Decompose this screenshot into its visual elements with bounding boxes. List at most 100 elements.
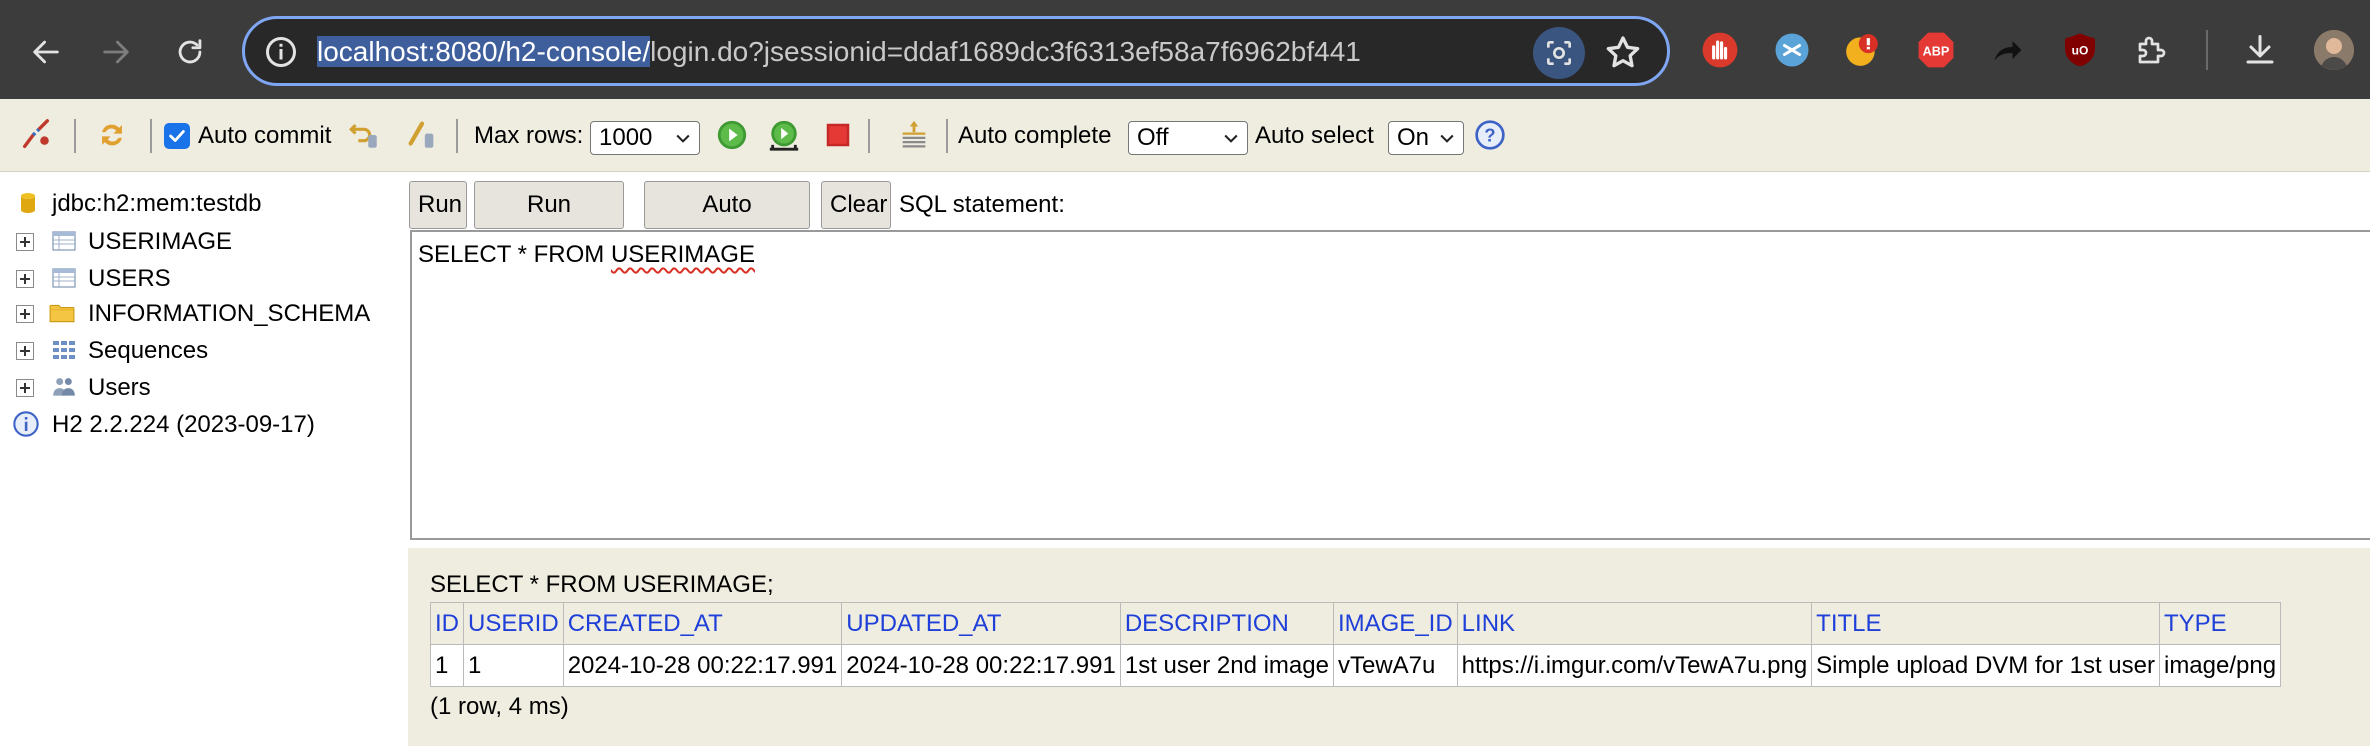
hand-stop-extension-icon[interactable] (1700, 30, 1740, 70)
query-panel: Run Run Selected Auto complete Clear SQL… (408, 172, 2370, 548)
expand-icon[interactable] (16, 233, 34, 251)
run-selected-button[interactable]: Run Selected (474, 181, 624, 264)
history-icon[interactable] (896, 117, 932, 153)
max-rows-value: 1000 (599, 124, 653, 151)
results-panel: SELECT * FROM USERIMAGE; ID USERID CREAT… (408, 548, 2370, 746)
table-cell: 2024-10-28 00:22:17.991 (562, 644, 843, 687)
reload-button[interactable] (162, 24, 218, 80)
auto-commit-checkbox[interactable] (164, 123, 190, 149)
column-header[interactable]: USERID (463, 602, 564, 645)
column-header[interactable]: IMAGE_ID (1332, 602, 1458, 645)
chevron-down-icon (676, 134, 690, 143)
schema-tree: jdbc:h2:mem:testdb USERIMAGE USERS INFOR… (0, 172, 408, 746)
ublock-origin-icon[interactable]: uO (2060, 30, 2100, 70)
result-summary: (1 row, 4 ms) (430, 693, 569, 720)
reload-icon (178, 39, 202, 64)
max-rows-label: Max rows: (474, 122, 584, 149)
column-header[interactable]: DESCRIPTION (1119, 602, 1334, 645)
toolbar-separator (456, 119, 458, 153)
run-selected-icon[interactable] (766, 117, 802, 153)
google-lens-button[interactable] (1533, 27, 1585, 79)
help-icon[interactable]: ? (1472, 117, 1508, 153)
tree-item-users-node[interactable]: Users (0, 370, 408, 404)
auto-complete-button[interactable]: Auto complete (644, 181, 810, 264)
rollback-icon[interactable] (346, 117, 382, 153)
auto-select-label: Auto select (1255, 122, 1374, 149)
column-header[interactable]: TYPE (2158, 602, 2282, 645)
arrow-left-icon (33, 40, 59, 64)
tree-connection[interactable]: jdbc:h2:mem:testdb (0, 186, 408, 220)
sql-text[interactable]: SELECT * FROM USERIMAGE (418, 240, 755, 270)
column-header[interactable]: TITLE (1811, 602, 2160, 645)
users-icon (48, 372, 80, 402)
auto-complete-value: Off (1137, 124, 1169, 151)
arrow-right-icon (103, 40, 129, 64)
expand-icon[interactable] (16, 305, 34, 323)
table-cell: 1 (463, 644, 564, 687)
ublock-label: uO (2072, 44, 2089, 58)
tree-item-userimage[interactable]: USERIMAGE (0, 224, 408, 258)
bookmark-star-icon[interactable] (1603, 33, 1643, 73)
auto-select-select[interactable]: On (1388, 121, 1464, 155)
alert-extension-icon[interactable] (1842, 30, 1882, 70)
table-cell: https://i.imgur.com/vTewA7u.png (1456, 644, 1813, 687)
url-host: localhost:8080/h2-console/ (317, 36, 651, 67)
stop-icon[interactable] (820, 117, 856, 153)
clear-button[interactable]: Clear (821, 181, 891, 229)
sql-editor[interactable]: SELECT * FROM USERIMAGE (410, 230, 2370, 540)
toolbar-separator (946, 119, 948, 153)
table-icon (48, 226, 80, 256)
commit-icon[interactable] (404, 117, 440, 153)
browser-toolbar: localhost:8080/h2-console/login.do?jsess… (0, 0, 2370, 99)
table-cell: 2024-10-28 00:22:17.991 (841, 644, 1121, 687)
auto-complete-select[interactable]: Off (1128, 121, 1248, 155)
table-row: 1 1 2024-10-28 00:22:17.991 2024-10-28 0… (430, 644, 2282, 687)
connection-label: jdbc:h2:mem:testdb (52, 190, 262, 217)
share-arrow-icon[interactable] (1988, 30, 2028, 70)
result-header-row: ID USERID CREATED_AT UPDATED_AT DESCRIPT… (430, 602, 2282, 645)
tree-item-users-table[interactable]: USERS (0, 261, 408, 295)
url-text[interactable]: localhost:8080/h2-console/login.do?jsess… (317, 33, 1361, 71)
tree-item-label: Users (88, 374, 151, 401)
column-header[interactable]: UPDATED_AT (841, 602, 1121, 645)
site-info-icon[interactable] (263, 34, 299, 70)
scissors-extension-icon[interactable] (1772, 30, 1812, 70)
expand-icon[interactable] (16, 379, 34, 397)
sequences-icon (48, 335, 80, 365)
max-rows-select[interactable]: 1000 (590, 121, 700, 155)
version-label: H2 2.2.224 (2023-09-17) (52, 411, 315, 438)
column-header[interactable]: LINK (1456, 602, 1813, 645)
disconnect-icon[interactable] (18, 117, 54, 153)
tree-item-label: USERIMAGE (88, 228, 233, 255)
table-cell: 1st user 2nd image (1119, 644, 1334, 687)
auto-complete-label: Auto complete (958, 122, 1112, 149)
column-header[interactable]: CREATED_AT (562, 602, 843, 645)
forward-button[interactable] (88, 24, 144, 80)
tree-item-label: Sequences (88, 337, 209, 364)
adblock-plus-icon[interactable]: ABP (1916, 30, 1956, 70)
table-cell: Simple upload DVM for 1st user (1811, 644, 2160, 687)
database-icon (12, 188, 44, 218)
toolbar-separator (868, 119, 870, 153)
refresh-icon[interactable] (94, 117, 130, 153)
run-button[interactable]: Run (409, 181, 467, 229)
column-header[interactable]: ID (430, 602, 464, 645)
abp-label: ABP (1923, 45, 1950, 59)
sql-prefix: SELECT * FROM (418, 241, 611, 268)
tree-item-information-schema[interactable]: INFORMATION_SCHEMA (0, 296, 408, 330)
expand-icon[interactable] (16, 342, 34, 360)
tree-item-sequences[interactable]: Sequences (0, 333, 408, 367)
address-bar[interactable]: localhost:8080/h2-console/login.do?jsess… (242, 16, 1670, 86)
expand-icon[interactable] (16, 270, 34, 288)
profile-avatar[interactable] (2314, 30, 2354, 70)
h2-toolbar: Auto commit Max rows: 1000 Auto complete… (0, 99, 2370, 172)
table-cell: vTewA7u (1332, 644, 1458, 687)
run-icon[interactable] (714, 117, 750, 153)
download-icon[interactable] (2240, 30, 2280, 70)
info-icon (10, 409, 42, 439)
back-button[interactable] (18, 24, 74, 80)
table-cell: image/png (2158, 644, 2282, 687)
result-table: ID USERID CREATED_AT UPDATED_AT DESCRIPT… (430, 602, 2282, 687)
lens-icon (1547, 41, 1571, 65)
puzzle-extensions-icon[interactable] (2132, 30, 2172, 70)
